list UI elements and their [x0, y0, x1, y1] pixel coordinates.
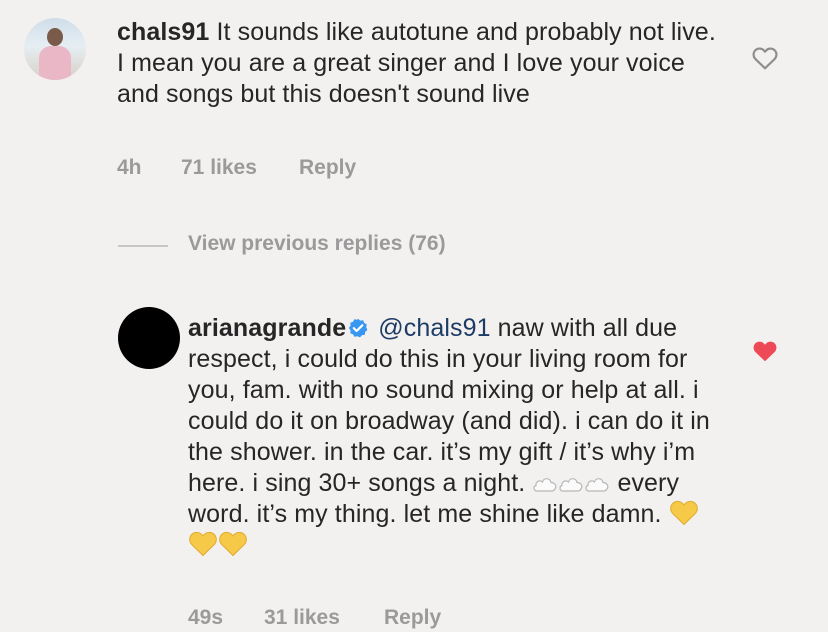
verified-badge-icon: [349, 318, 368, 338]
avatar-person-body: [39, 46, 71, 80]
avatar-person-head: [47, 28, 63, 46]
comment-timestamp: 49s: [188, 606, 224, 629]
comment-text-block: chals91 It sounds like autotune and prob…: [117, 17, 717, 110]
cloud-icon: [533, 478, 557, 492]
comment-text-block: arianagrande @chals91 naw with all due r…: [188, 313, 718, 561]
cloud-icon: [585, 478, 609, 492]
divider-line: [118, 245, 168, 247]
reply-button[interactable]: Reply: [299, 156, 356, 180]
like-heart-icon[interactable]: [752, 46, 778, 70]
reply-button[interactable]: Reply: [384, 606, 441, 630]
comment-username[interactable]: chals91: [117, 18, 209, 46]
avatar[interactable]: [24, 18, 86, 80]
comment-likes-count[interactable]: 31 likes: [264, 606, 340, 630]
yellow-heart-icon: [219, 531, 247, 557]
view-previous-replies-label[interactable]: View previous replies (76): [188, 232, 446, 256]
comment-timestamp: 4h: [117, 156, 142, 179]
yellow-heart-icon: [669, 500, 698, 526]
cloud-emoji-group: [532, 469, 617, 497]
comment-mention[interactable]: @chals91: [378, 314, 490, 342]
avatar[interactable]: [118, 307, 180, 369]
comment-username[interactable]: arianagrande: [188, 314, 346, 342]
yellow-heart-icon: [189, 531, 217, 557]
cloud-icon: [559, 478, 583, 492]
comment-likes-count[interactable]: 71 likes: [181, 156, 257, 180]
liked-heart-icon[interactable]: [752, 339, 778, 363]
